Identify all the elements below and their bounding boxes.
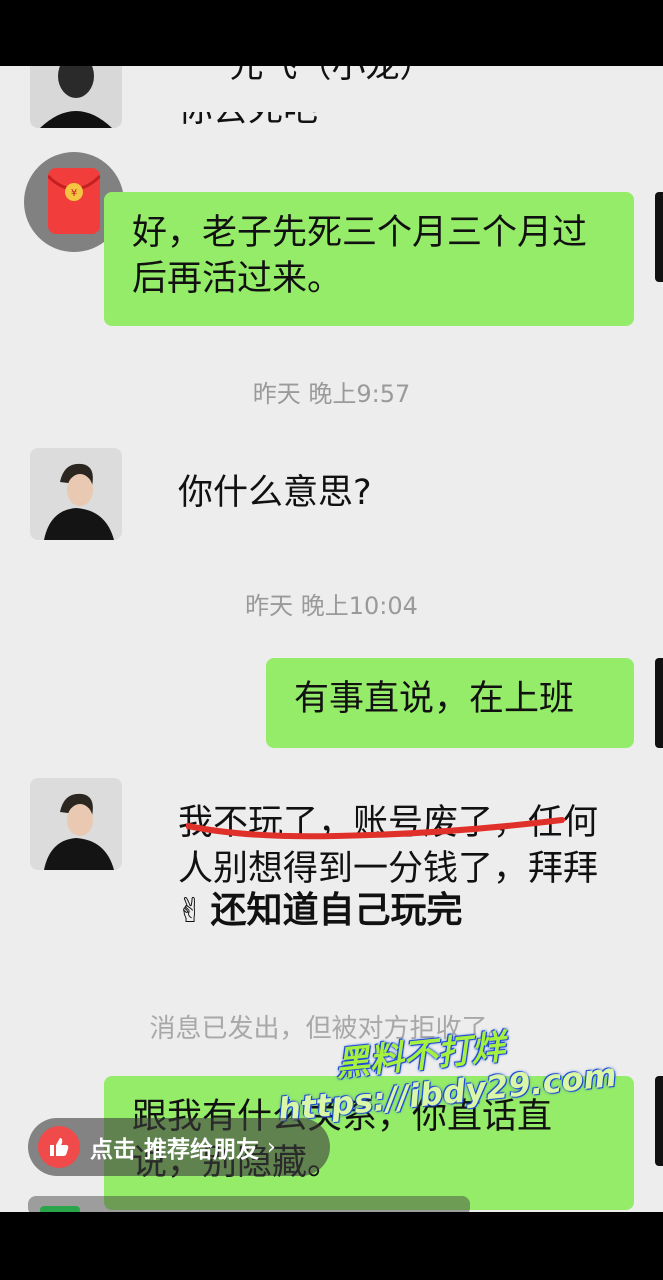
self-avatar-edge xyxy=(655,1076,663,1166)
message-sent-3-text: 有事直说，在上班 xyxy=(294,679,575,719)
bottom-overlay-bar xyxy=(28,1196,470,1212)
bottom-black-bar xyxy=(0,1212,663,1280)
message-received-2[interactable]: 你什么意思? xyxy=(154,452,396,534)
recommend-label: 点击 推荐给朋友 xyxy=(90,1137,260,1163)
top-black-bar xyxy=(0,0,663,66)
recommend-button[interactable]: 点击 推荐给朋友 › xyxy=(28,1118,330,1176)
timestamp: 昨天 晚上9:57 xyxy=(252,380,411,408)
red-underline-annotation xyxy=(186,817,565,840)
chevron-right-icon: › xyxy=(267,1134,276,1160)
message-sent-1-text: 好，老子先死三个月三个月过后再活过来。 xyxy=(132,213,588,299)
self-avatar-edge xyxy=(655,192,663,282)
annotation-caption: ✌ 还知道自己玩完 xyxy=(176,886,463,936)
thumbs-up-icon xyxy=(38,1126,80,1168)
chat-area[interactable]: 元飞（小龙） 你去死吧 ¥ 好，老子先死三个月三个月过后再活过来。 昨天 晚上9… xyxy=(0,66,663,1212)
self-avatar-edge xyxy=(655,658,663,748)
red-packet-icon: ¥ xyxy=(46,168,102,234)
message-sent-3[interactable]: 有事直说，在上班 xyxy=(266,658,634,748)
annotation-caption-text: 还知道自己玩完 xyxy=(210,890,463,931)
message-sent-1[interactable]: 好，老子先死三个月三个月过后再活过来。 xyxy=(104,192,634,326)
contact-avatar[interactable] xyxy=(30,66,122,128)
contact-avatar[interactable] xyxy=(30,448,122,540)
timestamp: 昨天 晚上10:04 xyxy=(245,592,418,620)
svg-text:¥: ¥ xyxy=(71,188,77,199)
victory-emoji: ✌ xyxy=(176,891,205,931)
contact-avatar[interactable] xyxy=(30,778,122,870)
